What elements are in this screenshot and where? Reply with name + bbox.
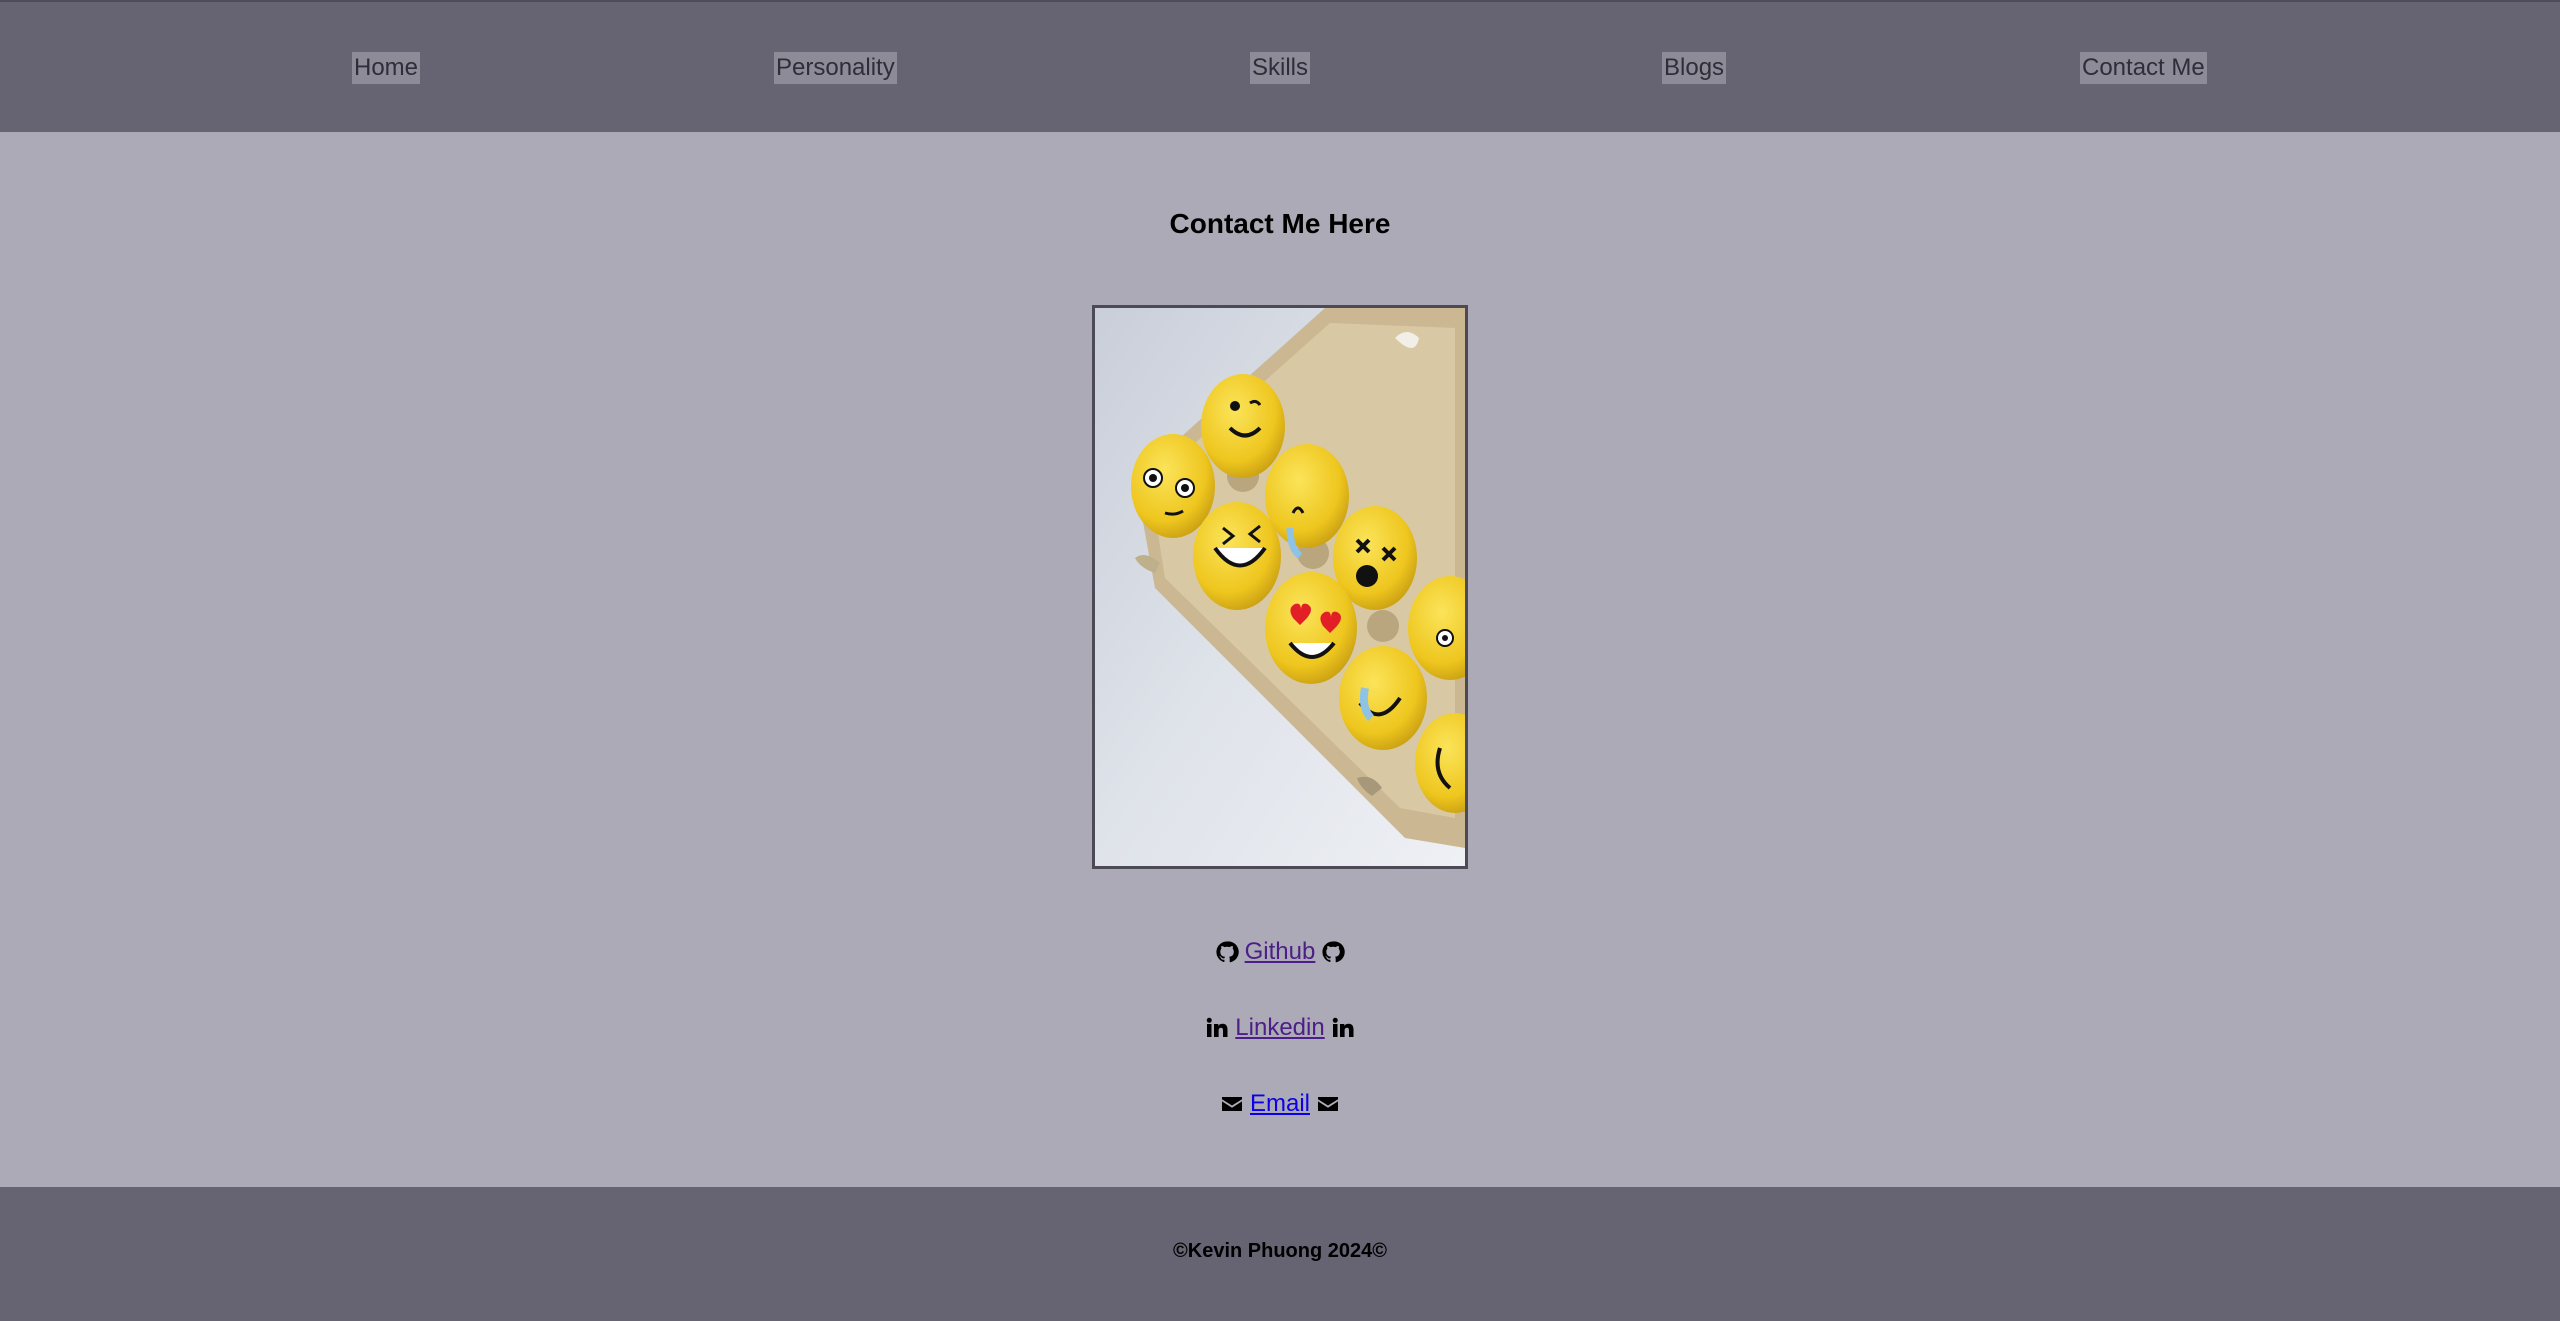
copyright-text: ©Kevin Phuong 2024© [1173, 1240, 1387, 1262]
envelope-icon [1316, 1092, 1340, 1116]
github-link[interactable]: Github [1245, 938, 1316, 966]
linkedin-link[interactable]: Linkedin [1235, 1014, 1324, 1042]
main-content: Contact Me Here Github Linkedin Email [0, 132, 2560, 1187]
nav-item-skills[interactable]: Skills [1250, 52, 1311, 84]
page-title: Contact Me Here [1169, 208, 1391, 239]
email-link[interactable]: Email [1250, 1090, 1310, 1118]
envelope-icon [1220, 1092, 1244, 1116]
footer: ©Kevin Phuong 2024© [0, 1187, 2560, 1321]
linkedin-link-row: Linkedin [0, 1008, 2560, 1048]
email-link-row: Email [0, 1084, 2560, 1124]
nav-item-contact-me[interactable]: Contact Me [2080, 52, 2207, 84]
github-link-row: Github [0, 932, 2560, 972]
linkedin-icon [1331, 1016, 1355, 1040]
linkedin-icon [1205, 1016, 1229, 1040]
nav-item-blogs[interactable]: Blogs [1662, 52, 1727, 84]
github-icon [1321, 940, 1346, 964]
top-nav: Home Personality Skills Blogs Contact Me [0, 0, 2560, 132]
emoji-eggs-photo [1092, 305, 1468, 869]
nav-item-personality[interactable]: Personality [774, 52, 897, 84]
github-icon [1215, 940, 1239, 964]
nav-item-home[interactable]: Home [352, 52, 421, 84]
